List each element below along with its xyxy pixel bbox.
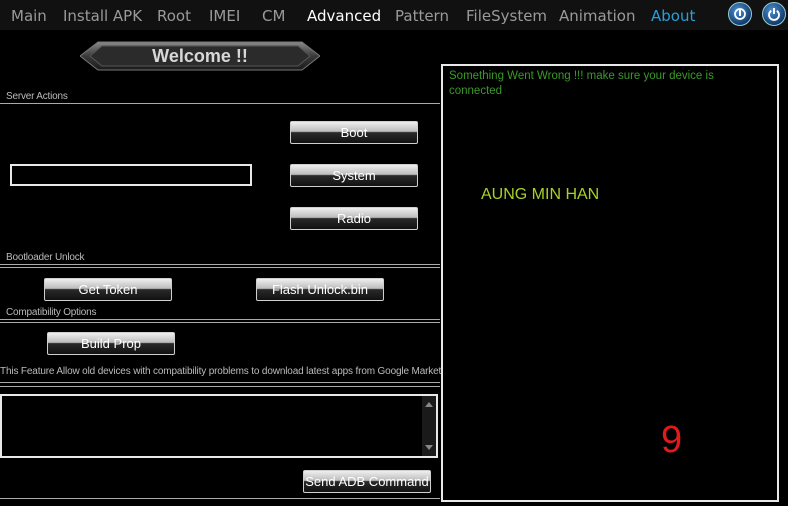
divider [0,386,440,387]
section-label-bootloader-unlock: Bootloader Unlock [6,252,85,263]
tab-advanced[interactable]: Advanced [307,7,381,25]
divider [0,322,440,323]
section-label-compatibility-options: Compatibility Options [6,307,97,318]
section-label-server-actions: Server Actions [6,91,68,102]
divider [0,498,440,499]
textarea-scrollbar[interactable] [422,396,436,456]
server-actions-input[interactable] [10,164,252,186]
build-prop-button[interactable]: Build Prop [47,332,175,355]
power-toggle-icon [734,8,746,20]
tab-root[interactable]: Root [157,7,191,25]
tab-install-apk[interactable]: Install APK [63,7,142,25]
radio-button[interactable]: Radio [290,207,418,230]
tab-imei[interactable]: IMEI [209,7,240,25]
log-user-name: AUNG MIN HAN [481,186,600,203]
tab-pattern[interactable]: Pattern [395,7,449,25]
get-token-button[interactable]: Get Token [44,278,172,301]
send-adb-command-button[interactable]: Send ADB Command [303,470,431,493]
divider [0,103,440,104]
scroll-down-arrow-icon[interactable] [425,445,433,450]
system-button[interactable]: System [290,164,418,187]
compatibility-note: This Feature Allow old devices with comp… [0,366,447,377]
scroll-up-arrow-icon[interactable] [425,402,433,407]
tab-filesystem[interactable]: FileSystem [466,7,547,25]
log-panel: Something Went Wrong !!! make sure your … [441,64,779,502]
tab-main[interactable]: Main [11,7,47,25]
tab-cm[interactable]: CM [262,7,285,25]
log-error-message: Something Went Wrong !!! make sure your … [449,70,714,97]
tab-animation[interactable]: Animation [559,7,635,25]
tab-bar: Main Install APK Root IMEI CM Advanced P… [0,0,788,30]
adb-command-textarea[interactable] [0,394,438,458]
welcome-banner: Welcome !! [80,40,320,72]
welcome-title: Welcome !! [152,46,248,66]
power-icon [768,8,780,21]
boot-button[interactable]: Boot [290,121,418,144]
log-counter: 9 [661,419,683,461]
divider [0,267,440,268]
tab-about[interactable]: About [651,7,695,25]
divider [0,319,440,320]
divider [0,382,440,383]
divider [0,264,440,265]
power-toggle-button[interactable] [728,2,752,26]
flash-unlock-button[interactable]: Flash Unlock.bin [256,278,384,301]
power-button[interactable] [762,2,786,26]
